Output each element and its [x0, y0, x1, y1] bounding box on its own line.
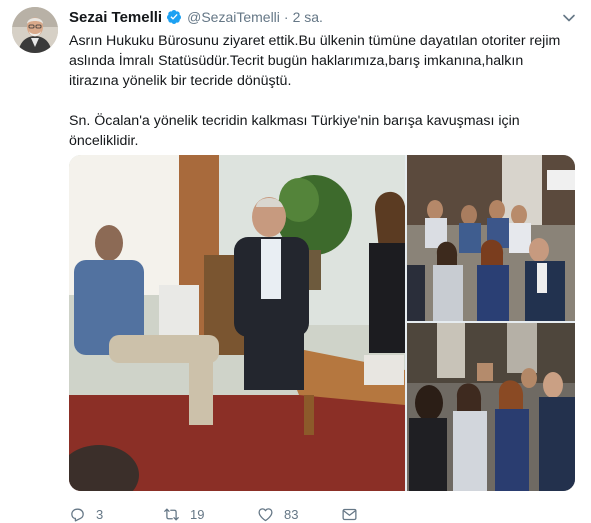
- heart-icon: [258, 507, 273, 521]
- tweet-actions: 3 19 83: [69, 505, 358, 523]
- envelope-icon: [342, 508, 357, 520]
- timestamp[interactable]: 2 sa.: [293, 9, 323, 25]
- photo-group-top[interactable]: [407, 155, 575, 321]
- tweet-text: Asrın Hukuku Bürosunu ziyaret ettik.Bu ü…: [69, 31, 569, 151]
- separator-dot: ·: [283, 9, 289, 25]
- reply-icon: [71, 508, 84, 522]
- chevron-down-icon[interactable]: [561, 10, 577, 26]
- tweet-header: Sezai Temelli @SezaiTemelli · 2 sa.: [69, 7, 323, 27]
- photo-grid: [69, 155, 575, 491]
- tweet-paragraph-2: Sn. Öcalan'a yönelik tecridin kalkması T…: [69, 113, 520, 149]
- tweet-paragraph-1: Asrın Hukuku Bürosunu ziyaret ettik.Bu ü…: [69, 33, 561, 89]
- retweet-button[interactable]: 19: [163, 506, 257, 523]
- direct-message-button[interactable]: [341, 506, 358, 523]
- like-button[interactable]: 83: [257, 506, 341, 523]
- user-handle[interactable]: @SezaiTemelli: [187, 9, 280, 25]
- display-name[interactable]: Sezai Temelli: [69, 9, 162, 26]
- reply-button[interactable]: 3: [69, 506, 163, 523]
- like-count: 83: [284, 506, 299, 522]
- verified-badge-icon: [167, 10, 182, 24]
- retweet-count: 19: [190, 506, 205, 522]
- reply-count: 3: [96, 506, 104, 522]
- tweet[interactable]: Sezai Temelli @SezaiTemelli · 2 sa. Asrı…: [0, 0, 591, 523]
- photo-group-bottom[interactable]: [407, 323, 575, 491]
- avatar[interactable]: [12, 7, 58, 53]
- retweet-icon: [164, 508, 179, 520]
- photo-meeting-room[interactable]: [69, 155, 405, 491]
